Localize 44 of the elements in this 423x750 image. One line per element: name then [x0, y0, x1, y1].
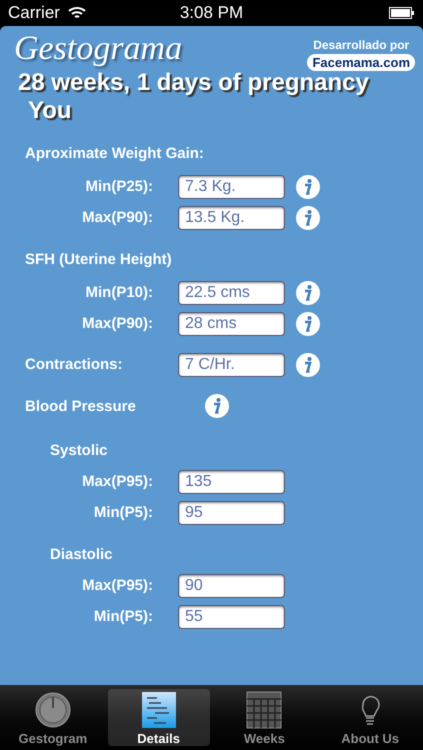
- calendar-icon: [244, 691, 284, 729]
- tab[interactable]: Gestogram: [2, 689, 104, 746]
- brand-logo: Facemama.com: [307, 54, 415, 71]
- credit-text: Desarrollado por: [313, 38, 410, 52]
- field-label: Min(P25):: [84, 178, 153, 195]
- value-field[interactable]: 28 cms: [178, 312, 285, 336]
- value-field[interactable]: 135: [178, 470, 285, 494]
- section-label: SFH (Uterine Height): [24, 250, 173, 268]
- info-icon[interactable]: [296, 312, 320, 336]
- field-label: Max(P90):: [81, 209, 153, 226]
- value-field[interactable]: 90: [178, 574, 285, 598]
- subject-label: You: [27, 97, 73, 125]
- field-label: Max(P95):: [81, 577, 153, 594]
- field-label: Min(P5):: [92, 608, 153, 625]
- section-label: Blood Pressure: [24, 398, 137, 414]
- value-field[interactable]: 22.5 cms: [178, 280, 285, 304]
- section-label: Aproximate Weight Gain:: [24, 144, 205, 162]
- value-field[interactable]: 55: [178, 604, 285, 628]
- field-label: Min(P10):: [84, 284, 153, 301]
- section-label: Diastolic: [49, 546, 113, 562]
- value-field[interactable]: 95: [178, 500, 285, 524]
- info-icon[interactable]: [296, 280, 320, 304]
- app-title: Gestograma: [14, 30, 182, 69]
- knob-icon: [32, 691, 73, 729]
- info-icon[interactable]: [296, 352, 320, 376]
- info-icon[interactable]: [296, 206, 320, 230]
- field-label: Min(P5):: [92, 504, 153, 521]
- tab[interactable]: Weeks: [214, 689, 316, 746]
- value-field[interactable]: 13.5 Kg.: [178, 206, 285, 230]
- wifi-icon: [68, 6, 86, 20]
- battery-icon: [389, 7, 415, 19]
- tab[interactable]: About Us: [319, 689, 421, 746]
- value-field[interactable]: 7 C/Hr.: [178, 352, 285, 376]
- value-field[interactable]: 7.3 Kg.: [178, 174, 285, 198]
- field-label: Max(P90):: [81, 315, 153, 332]
- field-label: Max(P95):: [81, 473, 153, 490]
- info-icon[interactable]: [205, 394, 229, 418]
- section-label: Systolic: [49, 442, 108, 458]
- info-icon[interactable]: [296, 174, 320, 198]
- field-label: Contractions:: [24, 356, 124, 373]
- tab[interactable]: Details: [108, 689, 210, 746]
- pregnancy-headline: 28 weeks, 1 days of pregnancy: [17, 69, 370, 97]
- carrier-label: Carrier: [8, 3, 60, 23]
- time-label: 3:08 PM: [180, 3, 244, 23]
